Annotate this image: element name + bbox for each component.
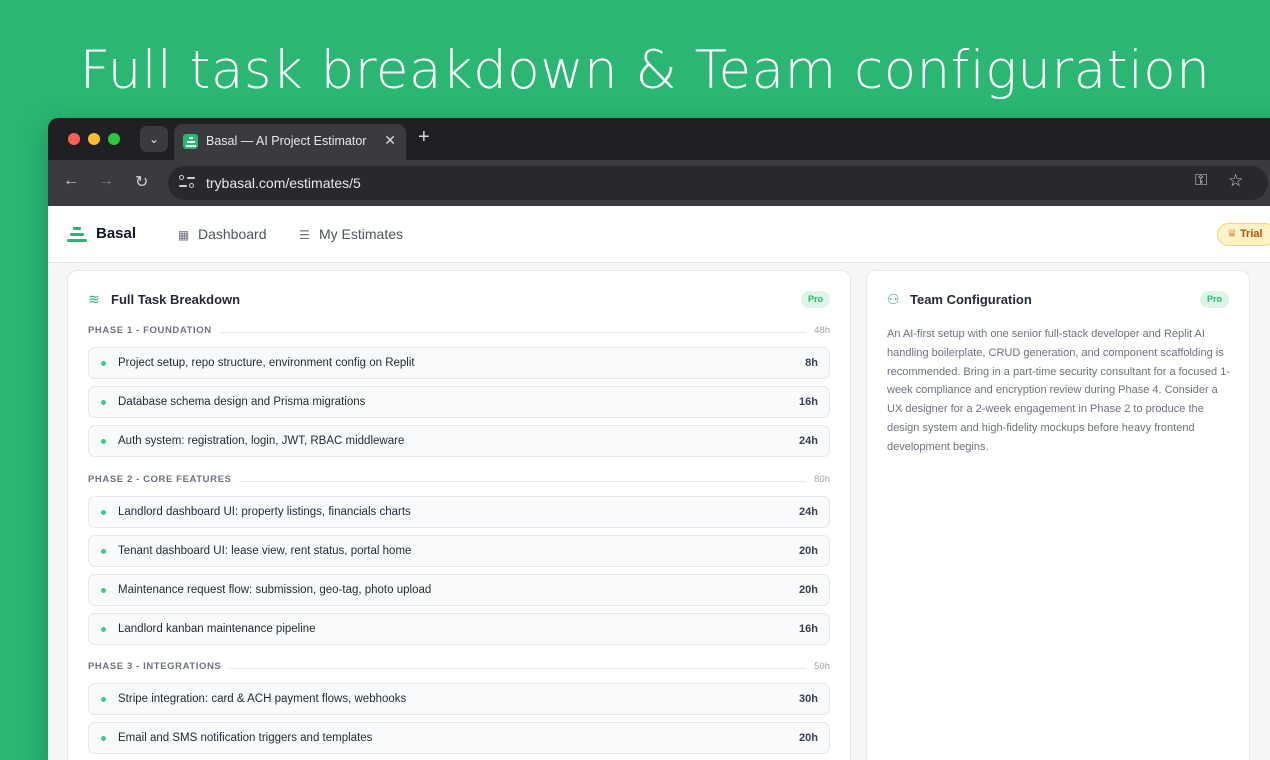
task-hours: 8h [805, 357, 818, 369]
basal-logo-icon[interactable] [67, 227, 87, 243]
password-key-icon[interactable]: ⚿ [1195, 172, 1207, 190]
task-name: Email and SMS notification triggers and … [118, 732, 373, 744]
back-arrow-icon[interactable]: ← [63, 172, 79, 190]
bookmark-star-icon[interactable]: ☆ [1228, 171, 1243, 191]
bullet-dot-icon [101, 697, 106, 702]
pro-badge: Pro [800, 291, 830, 308]
users-icon: ⚇ [887, 291, 900, 307]
task-name: Tenant dashboard UI: lease view, rent st… [118, 545, 412, 557]
phase-hours: 80h [806, 474, 830, 485]
phase-label: PHASE 2 - CORE FEATURES [88, 474, 240, 485]
task-name: Maintenance request flow: submission, ge… [118, 584, 432, 596]
task-row[interactable]: Project setup, repo structure, environme… [88, 347, 830, 379]
bullet-dot-icon [101, 510, 106, 515]
brand-name[interactable]: Basal [96, 225, 136, 242]
nav-dashboard-link[interactable]: ▦ Dashboard [178, 226, 267, 242]
task-row[interactable]: Email and SMS notification triggers and … [88, 722, 830, 754]
layers-icon: ≋ [88, 291, 100, 307]
task-row[interactable]: Landlord dashboard UI: property listings… [88, 496, 830, 528]
bullet-dot-icon [101, 361, 106, 366]
task-row[interactable]: Database schema design and Prisma migrat… [88, 386, 830, 418]
team-configuration-card: ⚇ Team Configuration Pro An AI-first set… [866, 270, 1250, 760]
task-name: Landlord kanban maintenance pipeline [118, 623, 316, 635]
phase-label: PHASE 3 - INTEGRATIONS [88, 661, 230, 672]
bullet-dot-icon [101, 736, 106, 741]
new-tab-plus-icon[interactable]: + [418, 126, 430, 149]
nav-my-estimates-label: My Estimates [319, 226, 404, 242]
minimize-window-icon[interactable] [88, 133, 100, 145]
app-navbar: Basal ▦ Dashboard ☰ My Estimates ♕ Trial [48, 206, 1270, 263]
grid-icon: ▦ [178, 228, 190, 242]
nav-dashboard-label: Dashboard [198, 226, 267, 242]
site-info-icon[interactable] [179, 174, 195, 190]
team-configuration-description: An AI-first setup with one senior full-s… [887, 328, 1230, 453]
task-row[interactable]: Stripe integration: card & ACH payment f… [88, 683, 830, 715]
phase-label: PHASE 1 - FOUNDATION [88, 325, 220, 336]
phase-header: PHASE 3 - INTEGRATIONS 50h [88, 661, 830, 675]
bullet-dot-icon [101, 439, 106, 444]
trial-label: Trial [1239, 228, 1263, 240]
team-configuration-title: Team Configuration [910, 292, 1032, 307]
basal-favicon-icon [183, 134, 198, 149]
task-hours: 16h [799, 623, 818, 635]
reload-icon[interactable]: ↻ [135, 172, 148, 192]
forward-arrow-icon[interactable]: → [98, 172, 114, 190]
task-name: Database schema design and Prisma migrat… [118, 396, 366, 408]
task-name: Auth system: registration, login, JWT, R… [118, 435, 405, 447]
bullet-dot-icon [101, 400, 106, 405]
tab-title: Basal — AI Project Estimator [206, 134, 367, 148]
phase-hours: 48h [806, 325, 830, 336]
bullet-dot-icon [101, 627, 106, 632]
promo-headline: Full task breakdown & Team configuration [79, 40, 1211, 101]
task-hours: 20h [799, 584, 818, 596]
bullet-dot-icon [101, 588, 106, 593]
nav-my-estimates-link[interactable]: ☰ My Estimates [299, 226, 403, 242]
task-row[interactable]: Auth system: registration, login, JWT, R… [88, 425, 830, 457]
tab-close-icon[interactable]: ✕ [384, 132, 396, 149]
trial-badge[interactable]: ♕ Trial [1217, 223, 1270, 246]
task-name: Stripe integration: card & ACH payment f… [118, 693, 407, 705]
tab-search-chevron-down-icon[interactable]: ⌄ [140, 126, 168, 152]
browser-tab-active[interactable]: Basal — AI Project Estimator ✕ [174, 124, 406, 160]
url-text[interactable]: trybasal.com/estimates/5 [206, 175, 361, 191]
crown-icon: ♕ [1227, 228, 1237, 240]
task-hours: 24h [799, 435, 818, 447]
phase-hours: 50h [806, 661, 830, 672]
pro-badge: Pro [1199, 291, 1229, 308]
task-row[interactable]: Maintenance request flow: submission, ge… [88, 574, 830, 606]
task-row[interactable]: Tenant dashboard UI: lease view, rent st… [88, 535, 830, 567]
maximize-window-icon[interactable] [108, 133, 120, 145]
address-bar[interactable]: trybasal.com/estimates/5 ⚿ ☆ [168, 166, 1268, 200]
phase-header: PHASE 2 - CORE FEATURES 80h [88, 474, 830, 488]
task-hours: 20h [799, 545, 818, 557]
task-name: Project setup, repo structure, environme… [118, 357, 415, 369]
browser-tab-bar: ⌄ Basal — AI Project Estimator ✕ + [48, 118, 1270, 160]
browser-window: ⌄ Basal — AI Project Estimator ✕ + ← → ↻… [48, 118, 1270, 760]
bullet-dot-icon [101, 549, 106, 554]
task-breakdown-title: Full Task Breakdown [111, 292, 241, 307]
task-breakdown-card: ≋ Full Task Breakdown Pro PHASE 1 - FOUN… [67, 270, 851, 760]
task-row[interactable]: Landlord kanban maintenance pipeline 16h [88, 613, 830, 645]
phase-header: PHASE 1 - FOUNDATION 48h [88, 325, 830, 339]
close-window-icon[interactable] [68, 133, 80, 145]
task-hours: 24h [799, 506, 818, 518]
task-hours: 20h [799, 732, 818, 744]
browser-toolbar: ← → ↻ trybasal.com/estimates/5 ⚿ ☆ [48, 160, 1270, 206]
filter-lines-icon: ☰ [299, 228, 310, 242]
task-name: Landlord dashboard UI: property listings… [118, 506, 411, 518]
task-hours: 16h [799, 396, 818, 408]
task-hours: 30h [799, 693, 818, 705]
